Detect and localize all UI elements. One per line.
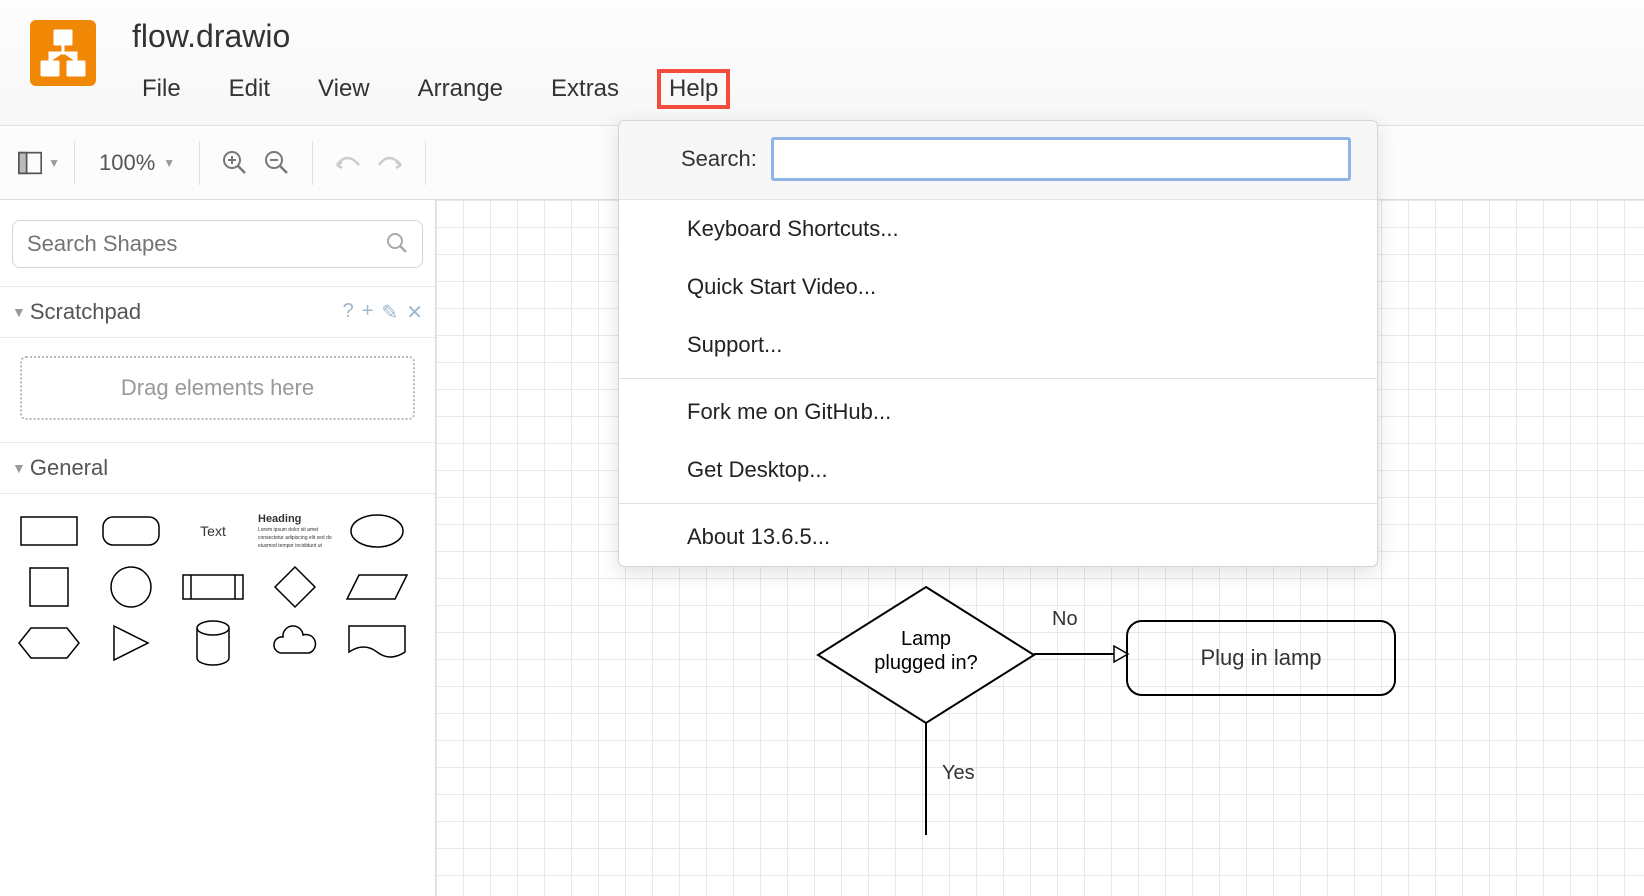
menu-view[interactable]: View xyxy=(308,69,380,109)
shape-rounded-rectangle[interactable] xyxy=(94,508,168,554)
help-item-quick-start-video[interactable]: Quick Start Video... xyxy=(619,258,1377,316)
caret-down-icon: ▼ xyxy=(163,156,175,170)
menubar: File Edit View Arrange Extras Help xyxy=(132,69,730,109)
divider xyxy=(312,141,313,185)
help-item-fork-github[interactable]: Fork me on GitHub... xyxy=(619,383,1377,441)
scratchpad-help-icon[interactable]: ? xyxy=(343,300,354,325)
help-search-input[interactable] xyxy=(771,137,1351,181)
divider xyxy=(74,141,75,185)
search-shapes-input[interactable] xyxy=(27,231,386,257)
shape-diamond[interactable] xyxy=(258,564,332,610)
scratchpad-edit-icon[interactable]: ✎ xyxy=(381,300,398,325)
sidebar: ▼ Scratchpad ? + ✎ ✕ Drag elements here … xyxy=(0,200,436,896)
shape-heading[interactable]: HeadingLorem ipsum dolor sit amet consec… xyxy=(258,508,332,554)
divider xyxy=(199,141,200,185)
shape-cylinder[interactable] xyxy=(176,620,250,666)
shapes-palette: Text HeadingLorem ipsum dolor sit amet c… xyxy=(0,494,435,680)
shape-text[interactable]: Text xyxy=(176,508,250,554)
shape-circle[interactable] xyxy=(94,564,168,610)
process-text: Plug in lamp xyxy=(1200,645,1321,671)
flowchart-edge-no[interactable] xyxy=(1034,653,1128,655)
zoom-in-button[interactable] xyxy=(214,142,256,184)
scratchpad-close-icon[interactable]: ✕ xyxy=(406,300,423,325)
flowchart-process-node[interactable]: Plug in lamp xyxy=(1126,620,1396,696)
help-item-about[interactable]: About 13.6.5... xyxy=(619,508,1377,566)
scratchpad-tools: ? + ✎ ✕ xyxy=(343,300,423,325)
shape-square[interactable] xyxy=(12,564,86,610)
shape-hexagon[interactable] xyxy=(12,620,86,666)
shape-ellipse[interactable] xyxy=(340,508,414,554)
app-logo-icon xyxy=(30,20,96,86)
help-item-get-desktop[interactable]: Get Desktop... xyxy=(619,441,1377,499)
search-icon[interactable] xyxy=(386,232,408,257)
edge-label-yes[interactable]: Yes xyxy=(942,762,975,785)
shape-triangle[interactable] xyxy=(94,620,168,666)
menu-file[interactable]: File xyxy=(132,69,191,109)
scratchpad-title: Scratchpad xyxy=(30,299,141,325)
help-item-support[interactable]: Support... xyxy=(619,316,1377,374)
edge-label-no[interactable]: No xyxy=(1052,608,1078,631)
shape-parallelogram[interactable] xyxy=(340,564,414,610)
scratchpad-dropzone[interactable]: Drag elements here xyxy=(20,356,415,420)
menu-separator xyxy=(619,378,1377,379)
flowchart-decision-node[interactable]: Lampplugged in? xyxy=(816,585,1036,725)
app-header: flow.drawio File Edit View Arrange Extra… xyxy=(0,0,1644,126)
help-item-keyboard-shortcuts[interactable]: Keyboard Shortcuts... xyxy=(619,200,1377,258)
undo-button[interactable] xyxy=(327,142,369,184)
menu-edit[interactable]: Edit xyxy=(219,69,280,109)
caret-down-icon: ▼ xyxy=(48,156,60,170)
scratchpad-add-icon[interactable]: + xyxy=(362,300,374,325)
scratchpad-header[interactable]: ▼ Scratchpad ? + ✎ ✕ xyxy=(0,286,435,338)
zoom-value: 100% xyxy=(99,150,155,176)
help-search-label: Search: xyxy=(681,146,757,172)
shape-process[interactable] xyxy=(176,564,250,610)
shape-rectangle[interactable] xyxy=(12,508,86,554)
menu-arrange[interactable]: Arrange xyxy=(408,69,513,109)
flowchart-edge-yes[interactable] xyxy=(925,723,927,833)
divider xyxy=(425,141,426,185)
search-shapes xyxy=(12,220,423,268)
menu-separator xyxy=(619,503,1377,504)
zoom-control[interactable]: 100% ▼ xyxy=(89,150,185,176)
decision-text: Lampplugged in? xyxy=(816,627,1036,675)
shape-document[interactable] xyxy=(340,620,414,666)
menu-help[interactable]: Help xyxy=(657,69,730,109)
redo-button[interactable] xyxy=(369,142,411,184)
help-search-row: Search: xyxy=(619,121,1377,200)
collapse-icon: ▼ xyxy=(12,304,26,320)
filename[interactable]: flow.drawio xyxy=(132,18,730,55)
general-title: General xyxy=(30,455,108,481)
shape-cloud[interactable] xyxy=(258,620,332,666)
general-header[interactable]: ▼ General xyxy=(0,442,435,494)
collapse-icon: ▼ xyxy=(12,460,26,476)
help-dropdown: Search: Keyboard Shortcuts... Quick Star… xyxy=(618,120,1378,567)
view-mode-button[interactable]: ▼ xyxy=(18,142,60,184)
zoom-out-button[interactable] xyxy=(256,142,298,184)
menu-extras[interactable]: Extras xyxy=(541,69,629,109)
